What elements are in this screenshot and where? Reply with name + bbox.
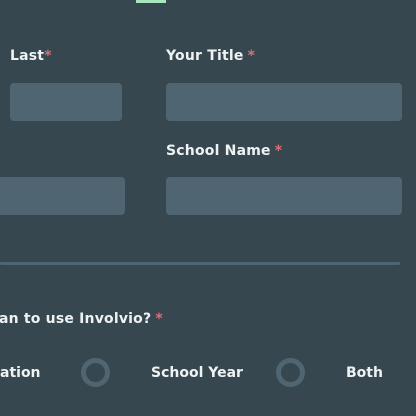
option-label-school-year[interactable]: School Year xyxy=(151,365,243,381)
radio-school-year[interactable] xyxy=(81,358,110,387)
left-column-input[interactable] xyxy=(0,177,125,215)
usage-question-text: an to use Involvio? xyxy=(0,311,152,327)
radio-both[interactable] xyxy=(276,358,305,387)
your-title-label: Your Title * xyxy=(166,48,255,64)
school-name-label: School Name * xyxy=(166,143,282,159)
required-mark: * xyxy=(247,48,256,64)
active-step-indicator xyxy=(136,0,166,3)
option-label-both[interactable]: Both xyxy=(346,365,383,381)
required-mark: * xyxy=(155,311,163,327)
required-mark: * xyxy=(274,143,283,159)
last-name-label-text: Last xyxy=(10,48,45,64)
your-title-input[interactable] xyxy=(166,83,402,121)
option-label-first[interactable]: ation xyxy=(0,365,41,381)
required-mark: * xyxy=(44,48,52,64)
school-name-label-text: School Name xyxy=(166,143,271,159)
last-name-label: Last* xyxy=(10,48,52,64)
section-divider xyxy=(0,262,400,265)
usage-question-label: an to use Involvio? * xyxy=(0,311,163,327)
school-name-input[interactable] xyxy=(166,177,402,215)
your-title-label-text: Your Title xyxy=(166,48,244,64)
last-name-input[interactable] xyxy=(10,83,122,121)
